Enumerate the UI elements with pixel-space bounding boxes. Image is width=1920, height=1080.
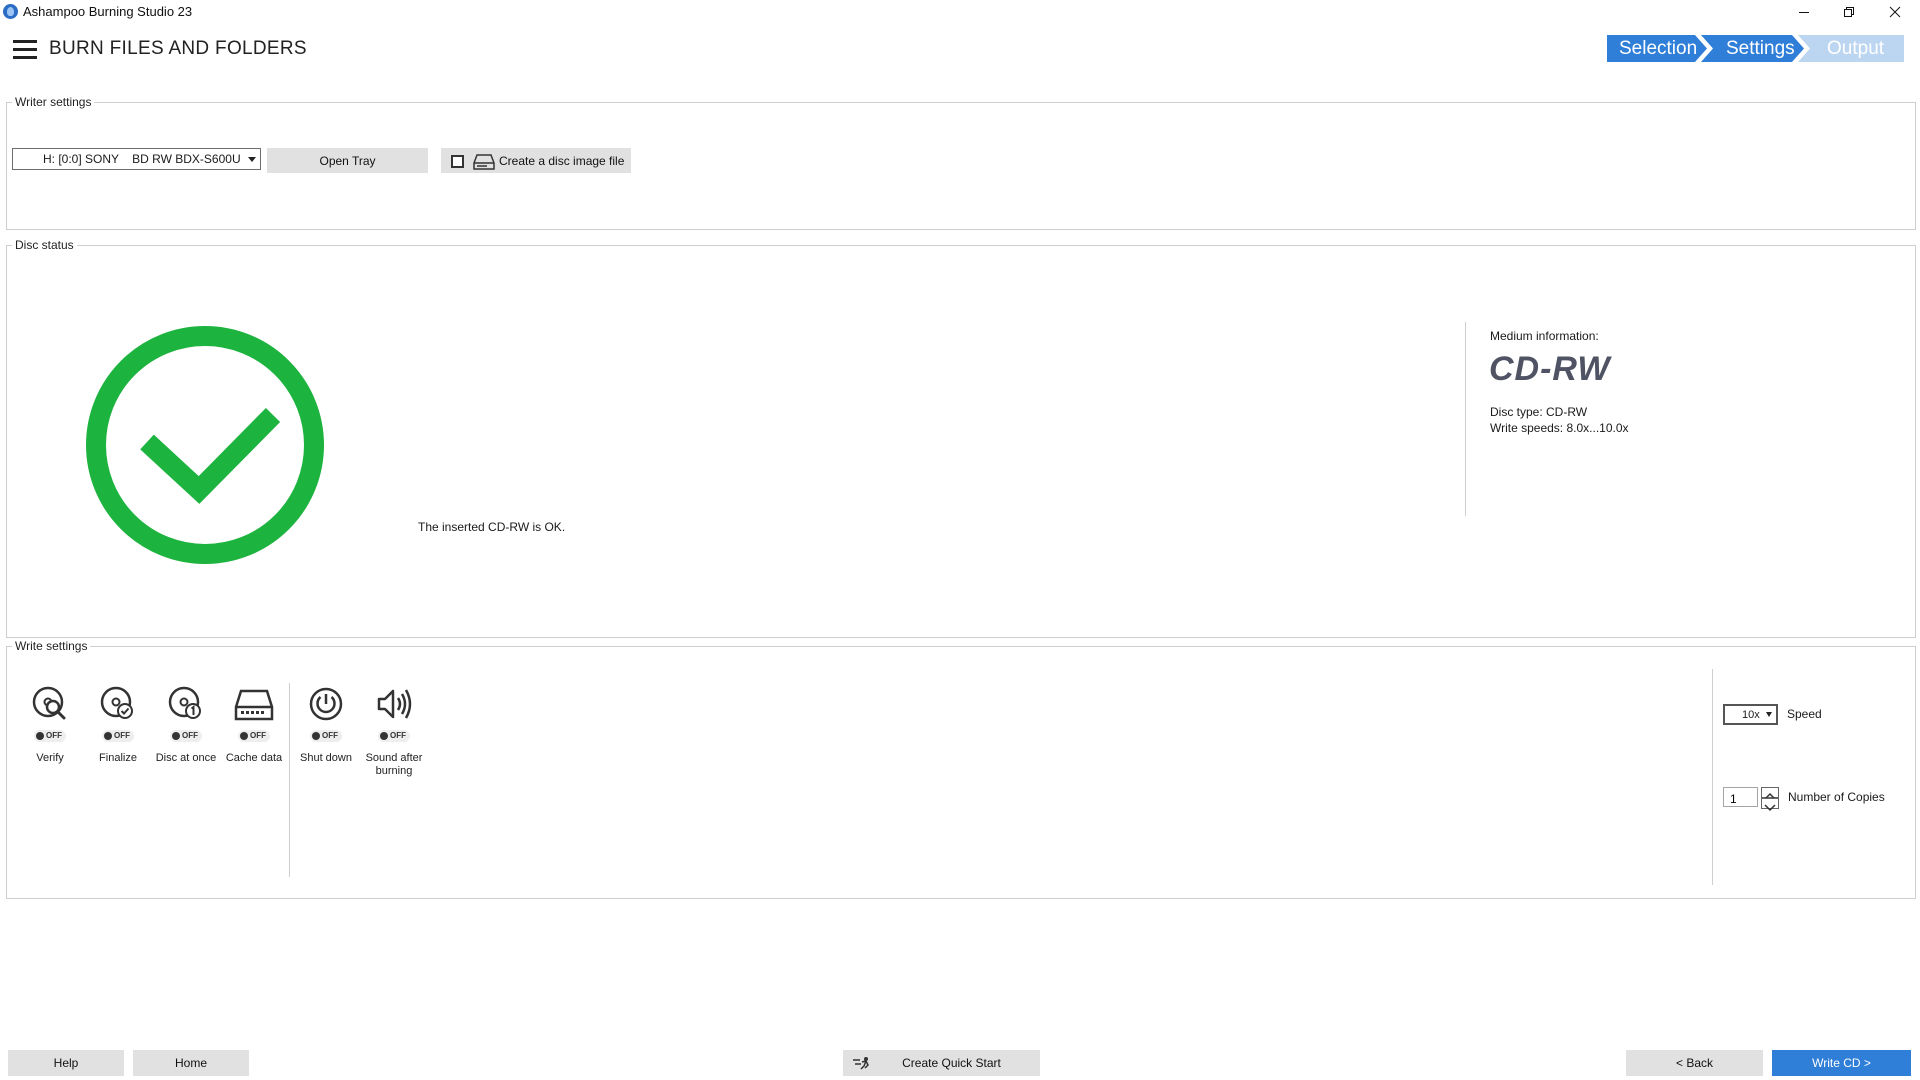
option-label: Sound after burning [365, 752, 423, 777]
option-label: Cache data [225, 752, 283, 764]
disc-drive-icon [473, 154, 495, 170]
verify-toggle[interactable]: OFF [34, 730, 66, 742]
quick-start-icon [853, 1057, 869, 1070]
dropdown-arrow-icon [1766, 712, 1772, 717]
help-button[interactable]: Help [8, 1050, 124, 1076]
minimize-icon [1799, 12, 1809, 13]
disc-image-label: Create a disc image file [499, 154, 625, 168]
wizard-steps: Selection Settings Output [1607, 35, 1904, 62]
hamburger-icon[interactable] [13, 40, 37, 60]
open-tray-button[interactable]: Open Tray [267, 148, 428, 173]
copies-input[interactable] [1723, 787, 1758, 807]
close-icon [1889, 6, 1901, 18]
options-divider [289, 683, 290, 877]
verify-disc-icon [32, 686, 66, 720]
page-title: BURN FILES AND FOLDERS [49, 38, 307, 59]
finalize-toggle[interactable]: OFF [102, 730, 134, 742]
cache-drive-icon [234, 689, 274, 721]
back-button[interactable]: < Back [1626, 1050, 1763, 1076]
copies-stepper[interactable] [1761, 787, 1779, 812]
shut-down-toggle[interactable]: OFF [310, 730, 342, 742]
write-speeds: Write speeds: 8.0x...10.0x [1490, 421, 1629, 435]
window-title: Ashampoo Burning Studio 23 [23, 4, 193, 19]
finalize-disc-icon [100, 686, 133, 719]
write-settings-legend: Write settings [12, 639, 91, 653]
speaker-icon [377, 689, 412, 719]
option-cache-data: OFF Cache data [221, 685, 287, 765]
sound-toggle[interactable]: OFF [378, 730, 410, 742]
quick-start-label: Create Quick Start [902, 1056, 1001, 1070]
option-finalize: OFF Finalize [85, 685, 151, 765]
step-output[interactable]: Output [1798, 35, 1904, 62]
option-sound-after-burning: OFF Sound after burning [361, 685, 427, 778]
dropdown-arrow-icon [248, 157, 256, 162]
medium-info-label: Medium information: [1490, 329, 1599, 343]
drive-select[interactable]: H: [0:0] SONY BD RW BDX-S600U [12, 148, 261, 170]
disc-status-group: Disc status The inserted CD-RW is OK. Me… [6, 238, 1916, 638]
write-cd-button[interactable]: Write CD > [1772, 1050, 1911, 1076]
disc-image-checkbox[interactable] [451, 155, 464, 168]
home-button[interactable]: Home [133, 1050, 249, 1076]
option-label: Finalize [99, 752, 137, 764]
power-icon [309, 687, 343, 721]
option-shut-down: OFF Shut down [293, 685, 359, 765]
option-label: Disc at once [155, 752, 217, 764]
restore-button[interactable] [1826, 0, 1872, 24]
speed-label: Speed [1787, 707, 1822, 721]
write-settings-group: Write settings OFF Verify OFF Finalize O… [6, 639, 1916, 899]
medium-type: CD-RW [1489, 350, 1611, 388]
disc-status-divider [1465, 322, 1466, 516]
minimize-button[interactable] [1781, 0, 1827, 24]
title-bar: Ashampoo Burning Studio 23 [0, 0, 1920, 24]
step-selection[interactable]: Selection [1607, 35, 1707, 62]
copies-down-button[interactable] [1761, 798, 1779, 812]
drive-select-value: H: [0:0] SONY BD RW BDX-S600U [43, 152, 241, 166]
cache-data-toggle[interactable]: OFF [238, 730, 270, 742]
disc-status-legend: Disc status [12, 238, 77, 252]
writer-settings-legend: Writer settings [12, 95, 95, 109]
ashampoo-flame-icon [3, 4, 18, 19]
disc-at-once-toggle[interactable]: OFF [170, 730, 202, 742]
speed-select[interactable]: 10x [1723, 704, 1778, 725]
option-disc-at-once: OFF Disc at once [153, 685, 219, 765]
speed-divider [1712, 669, 1713, 885]
speed-value: 10x [1742, 709, 1760, 721]
copies-label: Number of Copies [1788, 790, 1885, 804]
disc-type: Disc type: CD-RW [1490, 405, 1588, 419]
option-label: Shut down [300, 752, 352, 764]
create-disc-image-toggle[interactable]: Create a disc image file [441, 148, 631, 173]
close-button[interactable] [1872, 0, 1918, 24]
step-settings[interactable]: Settings [1701, 35, 1804, 62]
create-quick-start-button[interactable]: Create Quick Start [843, 1050, 1040, 1076]
restore-icon [1844, 7, 1854, 17]
option-label: Verify [36, 752, 64, 764]
writer-settings-group: Writer settings H: [0:0] SONY BD RW BDX-… [6, 95, 1916, 230]
check-circle-icon [86, 326, 324, 564]
copies-up-button[interactable] [1761, 787, 1779, 800]
disc-status-message: The inserted CD-RW is OK. [418, 520, 566, 534]
chevron-down-icon [1764, 804, 1776, 812]
option-verify: OFF Verify [17, 685, 83, 765]
disc-at-once-icon [168, 686, 201, 719]
